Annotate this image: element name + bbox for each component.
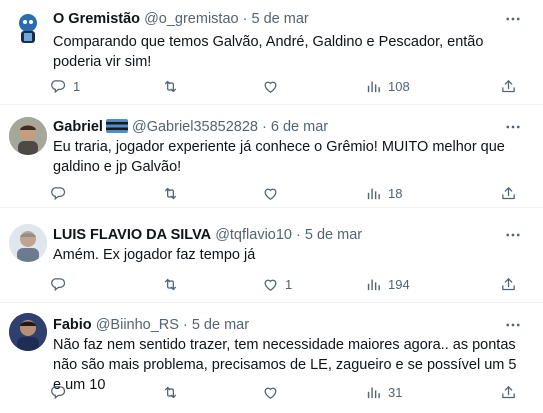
tweet-actions: 18 bbox=[50, 183, 520, 203]
author-handle[interactable]: @Gabriel35852828 bbox=[132, 119, 258, 135]
author-name[interactable]: Gabriel bbox=[53, 119, 103, 135]
views-icon bbox=[365, 185, 382, 202]
author-name[interactable]: O Gremistão bbox=[53, 11, 140, 27]
heart-icon bbox=[262, 185, 279, 202]
author-name[interactable]: LUIS FLAVIO DA SILVA bbox=[53, 227, 211, 243]
tweet[interactable]: Gabriel @Gabriel35852828 · 6 de mar Eu t… bbox=[0, 105, 543, 208]
more-icon[interactable] bbox=[503, 226, 523, 244]
retweet-button[interactable] bbox=[162, 183, 185, 203]
like-count: 1 bbox=[285, 276, 293, 292]
retweet-icon bbox=[162, 78, 179, 95]
author-handle[interactable]: @tqflavio10 bbox=[215, 227, 292, 243]
reply-button[interactable] bbox=[50, 183, 73, 203]
retweet-icon bbox=[162, 185, 179, 202]
views-button[interactable]: 108 bbox=[365, 76, 410, 96]
reply-button[interactable] bbox=[50, 382, 73, 402]
views-icon bbox=[365, 276, 382, 293]
share-icon bbox=[500, 276, 517, 293]
views-icon bbox=[365, 384, 382, 401]
reply-button[interactable] bbox=[50, 274, 73, 294]
heart-icon bbox=[262, 78, 279, 95]
share-button[interactable] bbox=[500, 274, 517, 294]
retweet-button[interactable] bbox=[162, 382, 185, 402]
share-icon bbox=[500, 78, 517, 95]
tweet-text: Comparando que temos Galvão, André, Gald… bbox=[53, 34, 484, 70]
reply-icon bbox=[50, 276, 67, 293]
avatar[interactable] bbox=[9, 224, 47, 262]
views-count: 31 bbox=[388, 384, 403, 400]
share-button[interactable] bbox=[500, 382, 517, 402]
like-button[interactable]: 1 bbox=[262, 274, 292, 294]
author-name[interactable]: Fabio bbox=[53, 317, 92, 333]
separator-dot: · bbox=[296, 227, 301, 243]
reply-icon bbox=[50, 78, 67, 95]
like-button[interactable] bbox=[262, 76, 285, 96]
share-icon bbox=[500, 384, 517, 401]
retweet-button[interactable] bbox=[162, 274, 185, 294]
like-button[interactable] bbox=[262, 382, 285, 402]
tweet-actions: 31 bbox=[50, 382, 520, 402]
tweet-header: Gabriel @Gabriel35852828 · 6 de mar bbox=[53, 118, 328, 136]
separator-dot: · bbox=[182, 317, 188, 333]
tweet[interactable]: Fabio @Biinho_RS · 5 de mar Não faz nem … bbox=[0, 303, 543, 413]
avatar[interactable] bbox=[9, 117, 47, 155]
retweet-button[interactable] bbox=[162, 76, 185, 96]
avatar[interactable] bbox=[9, 313, 47, 351]
tweet-header: Fabio @Biinho_RS · 5 de mar bbox=[53, 316, 249, 334]
tweet-date[interactable]: 5 de mar bbox=[305, 227, 362, 243]
flag-icon bbox=[105, 119, 128, 133]
retweet-icon bbox=[162, 276, 179, 293]
share-icon bbox=[500, 185, 517, 202]
separator-dot: · bbox=[262, 119, 267, 135]
share-button[interactable] bbox=[500, 183, 517, 203]
author-handle[interactable]: @Biinho_RS bbox=[96, 317, 179, 333]
views-count: 108 bbox=[388, 78, 410, 94]
tweet-date[interactable]: 5 de mar bbox=[192, 317, 249, 333]
reply-icon bbox=[50, 185, 67, 202]
tweet-text: Eu traria, jogador experiente já conhece… bbox=[53, 139, 505, 175]
views-button[interactable]: 31 bbox=[365, 382, 402, 402]
reply-icon bbox=[50, 384, 67, 401]
heart-icon bbox=[262, 384, 279, 401]
tweet-header: O Gremistão @o_gremistao · 5 de mar bbox=[53, 10, 309, 28]
tweet-date[interactable]: 5 de mar bbox=[251, 11, 308, 27]
heart-icon bbox=[262, 276, 279, 293]
author-handle[interactable]: @o_gremistao bbox=[144, 11, 239, 27]
more-icon[interactable] bbox=[503, 118, 523, 136]
tweet-text: Amém. Ex jogador faz tempo já bbox=[53, 247, 256, 263]
views-button[interactable]: 194 bbox=[365, 274, 410, 294]
more-icon[interactable] bbox=[503, 316, 523, 334]
more-icon[interactable] bbox=[503, 10, 523, 28]
avatar[interactable] bbox=[9, 10, 47, 48]
reply-count: 1 bbox=[73, 78, 81, 94]
reply-button[interactable]: 1 bbox=[50, 76, 80, 96]
views-count: 194 bbox=[388, 276, 410, 292]
retweet-icon bbox=[162, 384, 179, 401]
views-button[interactable]: 18 bbox=[365, 183, 402, 203]
tweet-header: LUIS FLAVIO DA SILVA @tqflavio10 · 5 de … bbox=[53, 226, 362, 244]
share-button[interactable] bbox=[500, 76, 517, 96]
separator-dot: · bbox=[242, 11, 248, 27]
tweet[interactable]: LUIS FLAVIO DA SILVA @tqflavio10 · 5 de … bbox=[0, 208, 543, 303]
tweet-actions: 1 108 bbox=[50, 76, 520, 96]
tweet-actions: 1 194 bbox=[50, 274, 520, 294]
tweet-date[interactable]: 6 de mar bbox=[271, 119, 328, 135]
like-button[interactable] bbox=[262, 183, 285, 203]
views-count: 18 bbox=[388, 185, 403, 201]
tweet[interactable]: O Gremistão @o_gremistao · 5 de mar Comp… bbox=[0, 0, 543, 105]
views-icon bbox=[365, 78, 382, 95]
